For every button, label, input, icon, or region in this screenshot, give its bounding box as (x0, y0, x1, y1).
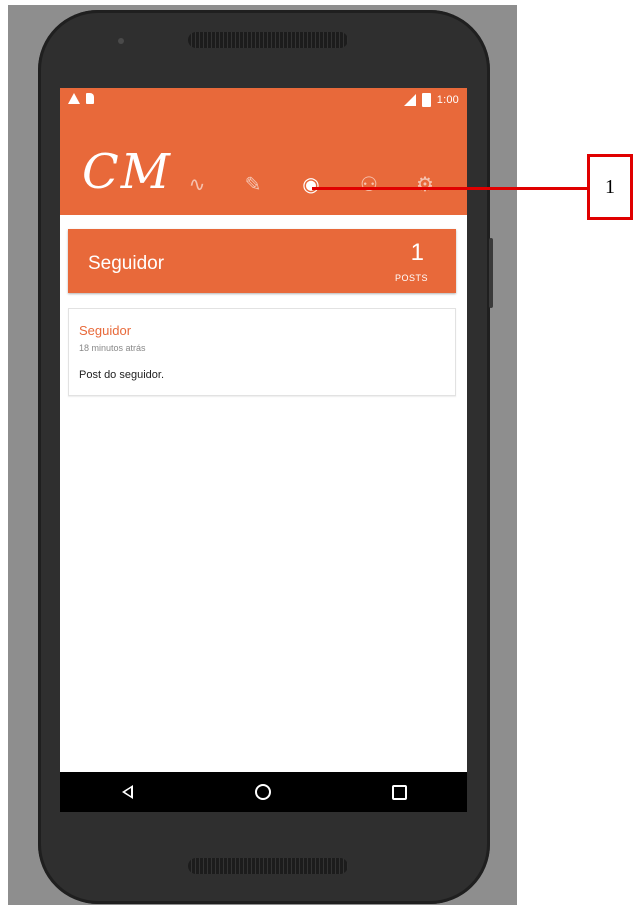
post-body: Post do seguidor. (79, 369, 165, 381)
earpiece-speaker (188, 32, 348, 48)
callout-label: 1 (587, 154, 633, 220)
tab-activity-icon[interactable]: ∿ (182, 169, 212, 199)
profile-name: Seguidor (88, 253, 165, 274)
post-count: 1 (410, 239, 424, 266)
home-icon (255, 784, 272, 800)
post-author[interactable]: Seguidor (79, 323, 131, 338)
post-count-label: POSTS (394, 273, 428, 283)
profile-header-card: Seguidor 1 POSTS (68, 229, 456, 293)
tab-profile-icon[interactable]: ◉ (296, 169, 326, 199)
front-camera (118, 38, 124, 44)
power-button (489, 238, 493, 308)
android-nav-bar (60, 772, 467, 812)
home-button[interactable] (243, 784, 283, 800)
bottom-speaker (188, 858, 348, 874)
back-icon (122, 785, 134, 799)
warning-icon (68, 93, 80, 104)
battery-icon (421, 93, 431, 107)
tab-followers-icon[interactable]: ⚇ (354, 169, 384, 199)
tab-settings-icon[interactable]: ⚙ (410, 169, 440, 199)
recents-icon (391, 784, 407, 800)
status-bar: 1:00 (60, 88, 467, 114)
back-button[interactable] (108, 785, 148, 799)
app-logo: CM (82, 144, 172, 200)
callout-line (312, 187, 588, 190)
sim-card-icon (86, 93, 94, 104)
tab-write-icon[interactable]: ✎ (238, 169, 268, 199)
post-timestamp: 18 minutos atrás (79, 343, 146, 353)
phone-frame: 1:00 CM ∿ ✎ ◉ ⚇ ⚙ Seguidor 1 POSTS Segui… (38, 10, 493, 904)
app-toolbar: CM ∿ ✎ ◉ ⚇ ⚙ (60, 114, 467, 215)
signal-icon (403, 94, 416, 106)
recents-button[interactable] (379, 784, 419, 800)
phone-screen: 1:00 CM ∿ ✎ ◉ ⚇ ⚙ Seguidor 1 POSTS Segui… (60, 88, 467, 812)
status-time: 1:00 (436, 94, 459, 106)
post-card[interactable]: Seguidor 18 minutos atrás Post do seguid… (68, 308, 456, 396)
